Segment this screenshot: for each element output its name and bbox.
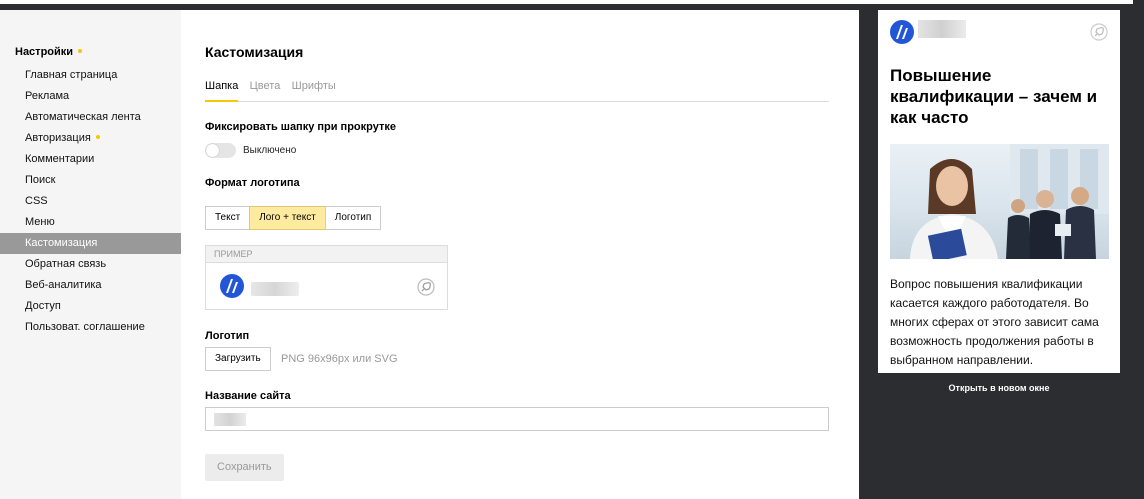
example-site-name-blurred xyxy=(251,282,299,296)
sidebar-item-comments[interactable]: Комментарии xyxy=(0,149,181,170)
logo-format-logo-text[interactable]: Лого + текст xyxy=(249,206,326,230)
logo-format-text[interactable]: Текст xyxy=(205,206,251,230)
example-preview: ПРИМЕР xyxy=(205,245,448,310)
fixed-header-label: Фиксировать шапку при прокрутке xyxy=(205,121,396,133)
tab-fonts[interactable]: Шрифты xyxy=(292,74,336,102)
article-text: Вопрос повышения квалификации касается к… xyxy=(890,277,1099,367)
main-panel: Кастомизация Шапка Цвета Шрифты Фиксиров… xyxy=(181,10,859,499)
fixed-header-row: Выключено xyxy=(205,143,296,158)
sidebar-title-dot xyxy=(78,49,83,54)
logo-format-selector: Текст Лого + текст Логотип xyxy=(205,206,382,230)
sidebar-title-text: Настройки xyxy=(15,46,74,58)
save-button[interactable]: Сохранить xyxy=(205,454,284,481)
office-people-illustration xyxy=(910,144,1109,259)
sidebar-item-customization[interactable]: Кастомизация xyxy=(0,233,181,254)
site-name-label: Название сайта xyxy=(205,390,291,402)
sidebar-item-auth-label: Авторизация xyxy=(25,132,91,144)
tabs-bar: Шапка Цвета Шрифты xyxy=(205,74,829,102)
logo-format-logo[interactable]: Логотип xyxy=(324,206,382,230)
site-name-value-blurred xyxy=(214,413,246,426)
logo-format-label: Формат логотипа xyxy=(205,177,300,189)
sidebar-item-access[interactable]: Доступ xyxy=(0,296,181,317)
top-bar xyxy=(0,0,1144,10)
sidebar-menu: Главная страница Реклама Автоматическая … xyxy=(0,65,181,338)
fixed-header-state: Выключено xyxy=(243,145,297,156)
upload-logo-button[interactable]: Загрузить xyxy=(205,347,271,371)
sidebar-item-search[interactable]: Поиск xyxy=(0,170,181,191)
logo-label: Логотип xyxy=(205,330,250,342)
article-image xyxy=(890,144,1109,259)
sidebar-item-auth-dot xyxy=(95,135,100,140)
sidebar-item-analytics[interactable]: Веб-аналитика xyxy=(0,275,181,296)
article-title: Повышение квалификации – зачем и как час… xyxy=(890,66,1098,127)
rocket-icon xyxy=(1090,23,1108,41)
open-in-new-window-link[interactable]: Открыть в новом окне xyxy=(878,383,1120,393)
toggle-knob xyxy=(206,144,219,157)
site-logo-icon xyxy=(890,20,914,44)
sidebar-item-home[interactable]: Главная страница xyxy=(0,65,181,86)
page-title: Кастомизация xyxy=(205,44,304,60)
site-logo-icon xyxy=(220,274,244,298)
top-bar-strip xyxy=(0,0,1133,4)
tab-colors[interactable]: Цвета xyxy=(250,74,281,102)
tab-header[interactable]: Шапка xyxy=(205,74,239,102)
sidebar-item-menu[interactable]: Меню xyxy=(0,212,181,233)
rocket-icon xyxy=(417,278,435,296)
sidebar-item-user-agreement[interactable]: Пользоват. соглашение xyxy=(0,317,181,338)
sidebar-item-ads[interactable]: Реклама xyxy=(0,86,181,107)
sidebar-item-css[interactable]: CSS xyxy=(0,191,181,212)
sidebar-item-feedback[interactable]: Обратная связь xyxy=(0,254,181,275)
site-name-input[interactable] xyxy=(205,407,829,431)
sidebar-item-auto-feed[interactable]: Автоматическая лента xyxy=(0,107,181,128)
sidebar-title: Настройки xyxy=(15,46,83,58)
sidebar-item-auth[interactable]: Авторизация xyxy=(0,128,181,149)
preview-site-name-blurred xyxy=(918,20,966,38)
mobile-preview-card: Повышение квалификации – зачем и как час… xyxy=(878,10,1120,373)
example-label: ПРИМЕР xyxy=(206,246,447,263)
settings-sidebar: Настройки Главная страница Реклама Автом… xyxy=(0,10,181,499)
logo-format-hint: PNG 96x96px или SVG xyxy=(281,353,398,365)
fixed-header-toggle[interactable] xyxy=(205,143,236,158)
